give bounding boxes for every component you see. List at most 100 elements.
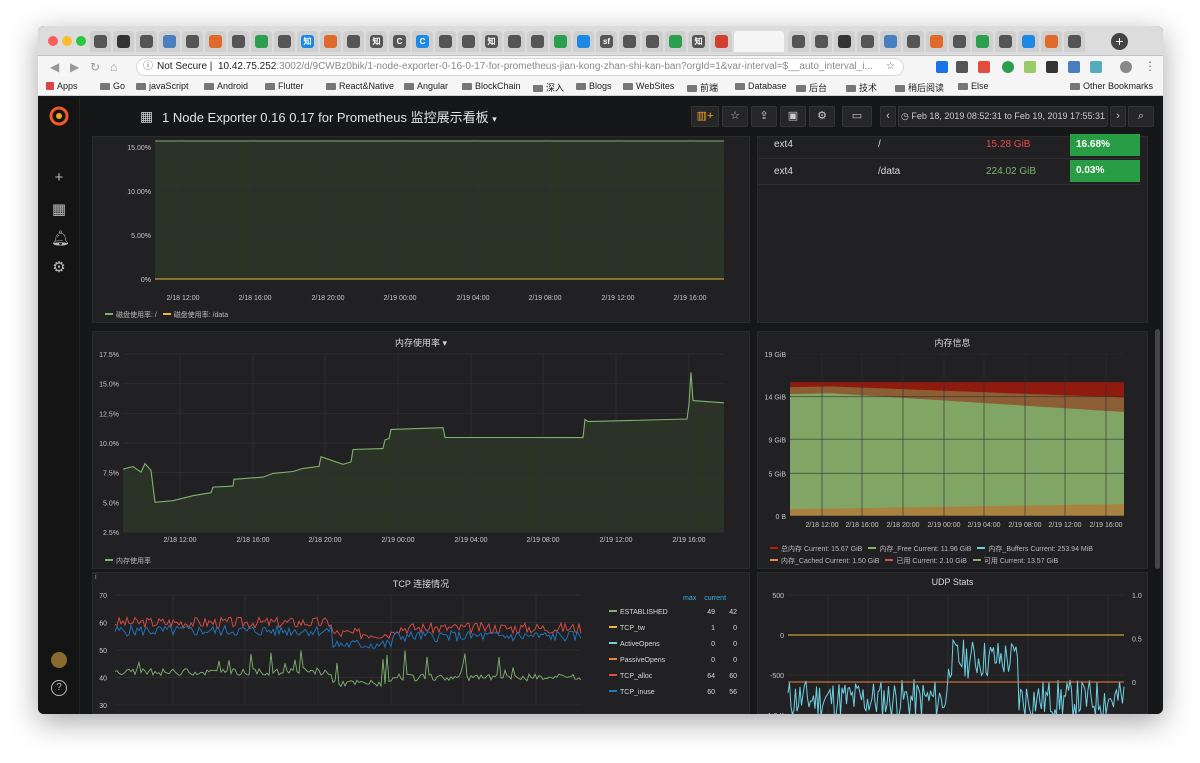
extension-icon[interactable] [936,61,948,73]
extension-icon[interactable] [1090,61,1102,73]
legend-item[interactable]: 内存_Buffers Current: 253.94 MiB [977,546,1093,553]
bookmark-item[interactable]: javaScript [136,81,189,91]
browser-tab[interactable]: 知 [688,31,709,52]
browser-tab[interactable]: 知 [481,31,502,52]
browser-tab[interactable] [228,31,249,52]
browser-tab[interactable] [834,31,855,52]
bookmark-item[interactable]: React&Native [326,81,394,91]
profile-avatar[interactable] [1120,61,1132,73]
star-dashboard-button[interactable]: ☆ [722,106,748,127]
bookmark-item[interactable]: BlockChain [462,81,521,91]
alerting-bell-icon[interactable]: 🔔︎ [51,231,70,247]
legend-item[interactable]: TCP_alloc 64 60 [609,673,739,680]
browser-tab[interactable] [504,31,525,52]
browser-tab[interactable] [857,31,878,52]
dashboards-grid-icon[interactable]: ▦ [51,202,67,218]
browser-tab[interactable] [343,31,364,52]
cycle-view-mode-button[interactable]: ▭ [842,106,872,127]
bookmark-item[interactable]: 前端 [687,81,718,94]
browser-tab[interactable] [573,31,594,52]
bookmark-item[interactable]: 技术 [846,81,877,94]
extension-icon[interactable] [1024,61,1036,73]
legend-item[interactable]: PassiveOpens 0 0 [609,657,739,664]
new-tab-button[interactable]: + [1111,33,1128,50]
browser-tab[interactable]: sf [596,31,617,52]
bookmark-item[interactable]: Blogs [576,81,612,91]
help-icon[interactable]: ? [51,680,67,696]
close-window-button[interactable] [48,36,58,46]
browser-tab[interactable] [251,31,272,52]
legend-item[interactable]: 可用 Current: 13.57 GiB [972,558,1058,565]
add-panel-button[interactable]: ▥+ [691,106,719,127]
browser-tab[interactable] [274,31,295,52]
browser-tab[interactable] [113,31,134,52]
browser-tab[interactable] [458,31,479,52]
extension-icon[interactable] [1068,61,1080,73]
browser-tab[interactable] [665,31,686,52]
bookmark-item[interactable]: Else [958,81,989,91]
browser-tab[interactable] [711,31,732,52]
browser-tab[interactable] [619,31,640,52]
dashboard-title[interactable]: 1 Node Exporter 0.16 0.17 for Prometheus… [162,107,497,126]
bookmark-item[interactable]: WebSites [623,81,674,91]
legend-item[interactable]: 已用 Current: 2.10 GiB [885,558,967,565]
legend-item[interactable]: ActiveOpens 0 0 [609,641,739,648]
configuration-gear-icon[interactable]: ⚙ [51,260,67,276]
zoom-window-button[interactable] [76,36,86,46]
browser-tab[interactable]: 知 [366,31,387,52]
time-shift-back-button[interactable]: ‹ [880,106,896,127]
browser-tab[interactable] [926,31,947,52]
share-dashboard-button[interactable]: ⇪ [751,106,777,127]
dashboard-settings-button[interactable]: ⚙ [809,106,835,127]
bookmark-item[interactable]: 深入 [533,81,564,94]
panel-info-icon[interactable]: i [95,574,97,581]
legend-item[interactable]: TCP_inuse 60 56 [609,689,739,696]
bookmark-item[interactable]: Flutter [265,81,304,91]
save-dashboard-button[interactable]: ▣ [780,106,806,127]
create-plus-icon[interactable]: + [51,170,67,186]
browser-tab[interactable]: C [389,31,410,52]
browser-tab[interactable] [159,31,180,52]
extension-icon[interactable] [1002,61,1014,73]
browser-tab[interactable] [1041,31,1062,52]
extension-icon[interactable] [956,61,968,73]
time-picker-button[interactable]: ◷ Feb 18, 2019 08:52:31 to Feb 19, 2019 … [898,106,1108,127]
browser-tab[interactable] [182,31,203,52]
home-icon[interactable]: ⌂ [110,60,117,74]
reload-icon[interactable]: ↻ [90,60,100,74]
bookmark-item[interactable]: Android [204,81,248,91]
browser-tab[interactable] [90,31,111,52]
bookmark-item[interactable]: Database [735,81,787,91]
browser-tab[interactable] [811,31,832,52]
extension-icon[interactable] [978,61,990,73]
bookmark-item[interactable]: Go [100,81,125,91]
grafana-logo-icon[interactable] [48,105,70,127]
browser-tab[interactable] [903,31,924,52]
legend-item[interactable]: 内存_Free Current: 11.96 GiB [868,546,971,553]
zoom-out-button[interactable]: ⌕ [1128,106,1154,127]
page-scrollbar[interactable] [1155,329,1160,569]
browser-tab[interactable] [880,31,901,52]
minimize-window-button[interactable] [62,36,72,46]
bookmark-item[interactable]: 稍后阅读 [895,81,944,94]
browser-tab[interactable] [1018,31,1039,52]
browser-tab[interactable]: C [412,31,433,52]
time-shift-forward-button[interactable]: › [1110,106,1126,127]
panel-title[interactable]: 内存使用率 ▾ [93,336,749,349]
browser-tab[interactable] [550,31,571,52]
browser-tab[interactable] [972,31,993,52]
browser-tab[interactable] [435,31,456,52]
user-avatar[interactable] [51,652,67,668]
menu-kebab-icon[interactable]: ⋮ [1144,59,1156,73]
bookmark-star-icon[interactable]: ☆ [886,59,895,75]
bookmark-item[interactable]: 后台 [796,81,827,94]
url-field[interactable]: ⓘ Not Secure | 10.42.75.252:3002/d/9CWBz… [136,58,904,76]
extension-icon[interactable] [1046,61,1058,73]
legend-item[interactable]: TCP_tw 1 0 [609,625,739,632]
legend-item[interactable]: 总内存 Current: 15.67 GiB [770,546,862,553]
browser-tab[interactable] [788,31,809,52]
browser-tab[interactable] [949,31,970,52]
bookmark-item[interactable]: Apps [46,81,78,91]
browser-tab[interactable] [642,31,663,52]
browser-tab-active[interactable] [734,31,784,52]
